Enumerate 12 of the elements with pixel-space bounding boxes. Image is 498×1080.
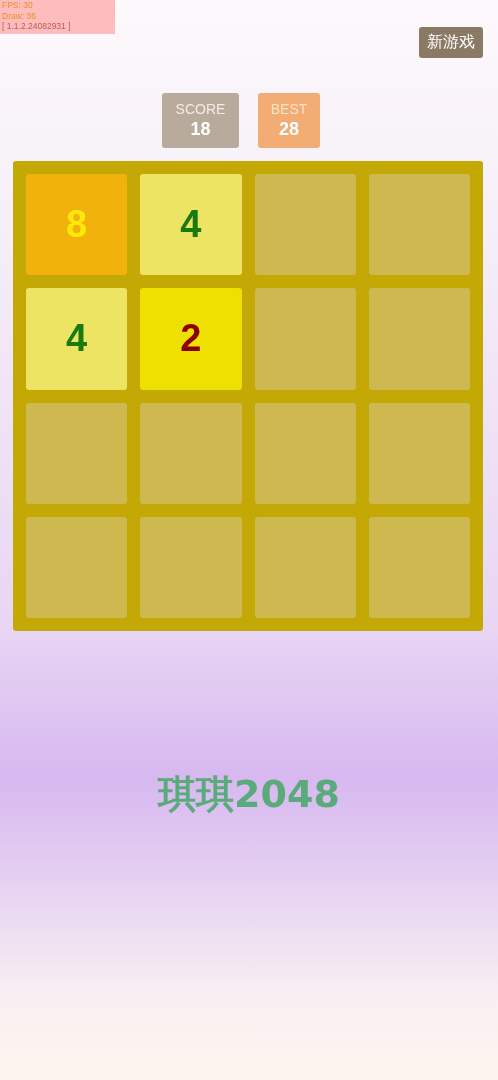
number-tile: 4: [26, 288, 128, 390]
number-tile: 4: [140, 174, 242, 276]
best-value: 28: [279, 119, 299, 140]
draw-count-text: Draw: 36: [2, 10, 37, 21]
version-text: [ 1.1.2.24082931 ]: [2, 21, 72, 32]
fps-text: FPS: 30: [2, 0, 34, 11]
score-label: SCORE: [175, 101, 226, 117]
new-game-button[interactable]: 新游戏: [419, 27, 483, 58]
number-tile: 2: [140, 288, 242, 390]
game-title: 琪琪2048: [156, 771, 341, 818]
score-value: 18: [190, 119, 211, 140]
best-label: BEST: [270, 101, 308, 117]
